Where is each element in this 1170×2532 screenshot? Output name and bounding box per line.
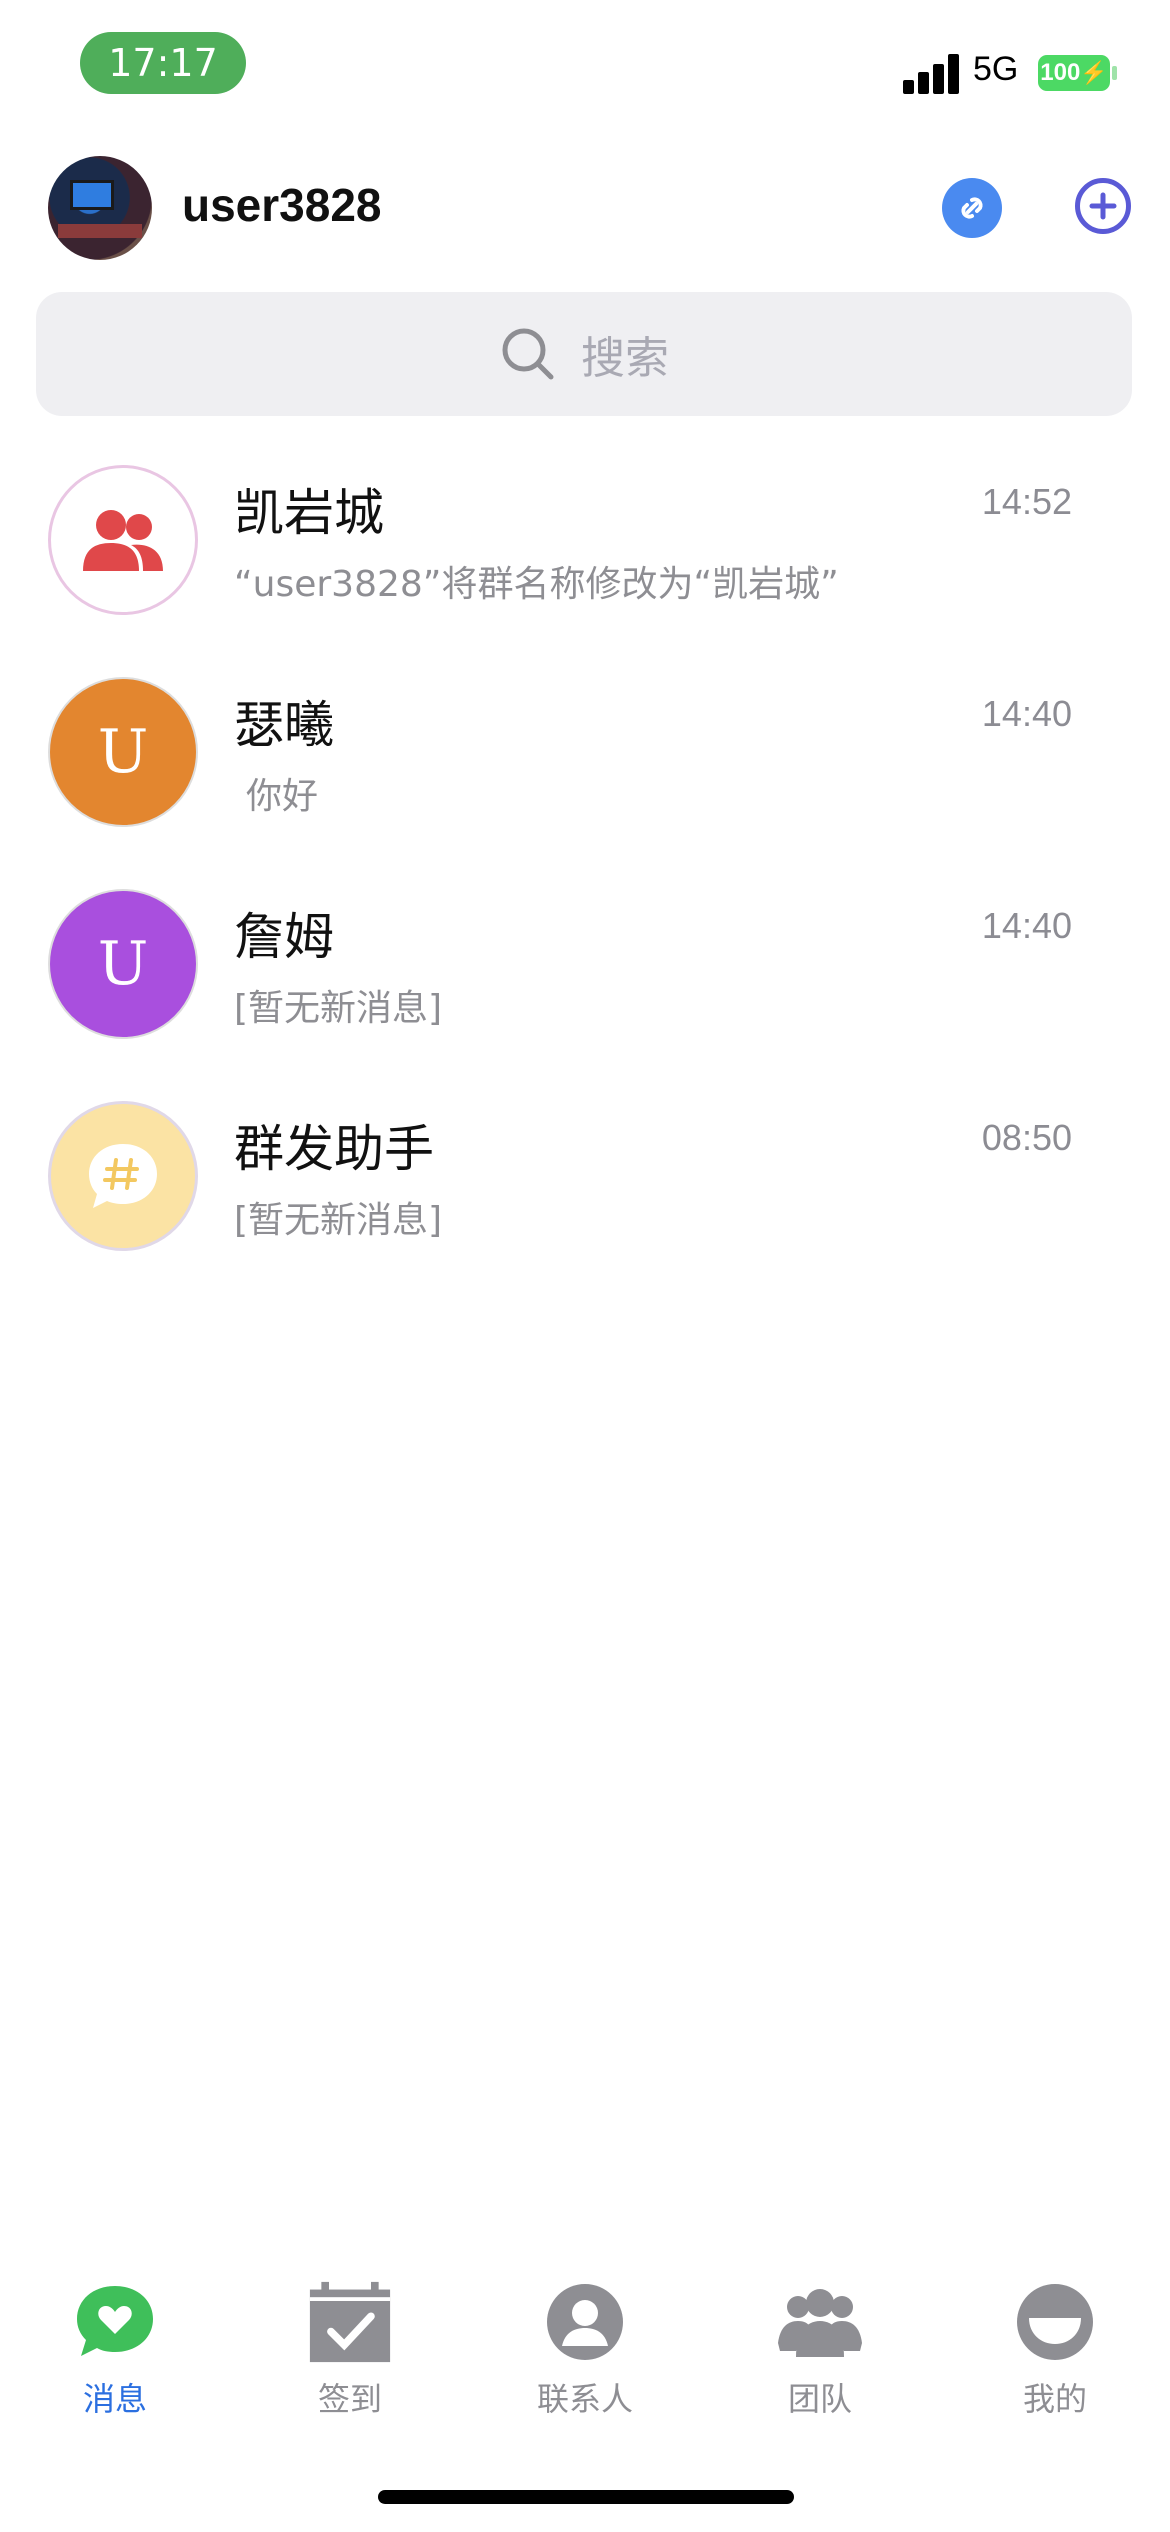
group-icon bbox=[83, 510, 163, 571]
conversation-name: 群发助手 bbox=[234, 1120, 434, 1178]
network-type: 5G bbox=[973, 50, 1019, 88]
tab-messages[interactable]: 消息 bbox=[35, 2280, 195, 2440]
conversation-name: 瑟曦 bbox=[234, 696, 334, 754]
message-heart-icon bbox=[73, 2280, 157, 2364]
home-indicator[interactable] bbox=[378, 2490, 794, 2504]
profile-face-icon bbox=[1013, 2280, 1097, 2364]
conversation-name: 凯岩城 bbox=[234, 484, 384, 542]
tab-contacts[interactable]: 联系人 bbox=[505, 2280, 665, 2440]
status-time: 17:17 bbox=[80, 32, 246, 94]
avatar-photo-desk bbox=[58, 224, 142, 238]
conversation-time: 14:52 bbox=[981, 481, 1072, 522]
contact-icon bbox=[543, 2280, 627, 2364]
conversation-preview: [暂无新消息] bbox=[234, 988, 443, 1029]
battery-level: 100 bbox=[1040, 59, 1081, 86]
plus-icon bbox=[1089, 192, 1117, 220]
tab-bar: 消息 签到 联系人 团队 我的 bbox=[0, 2280, 1170, 2440]
conversation-preview: [暂无新消息] bbox=[234, 1200, 443, 1241]
broadcast-avatar bbox=[48, 1101, 198, 1251]
tab-label: 我的 bbox=[1022, 2380, 1087, 2418]
tab-label: 团队 bbox=[787, 2380, 852, 2418]
conversation-list: 凯岩城 14:52 “user3828”将群名称修改为“凯岩城” U 瑟曦 14… bbox=[0, 455, 1170, 1303]
conversation-preview: “user3828”将群名称修改为“凯岩城” bbox=[234, 564, 839, 605]
user-avatar[interactable] bbox=[48, 156, 152, 260]
team-icon bbox=[778, 2280, 862, 2364]
conversation-preview: 你好 bbox=[246, 776, 319, 817]
tab-label: 联系人 bbox=[536, 2380, 633, 2418]
conversation-item[interactable]: U 詹姆 14:40 [暂无新消息] bbox=[0, 879, 1170, 1091]
username: user3828 bbox=[182, 179, 382, 231]
calendar-check-icon bbox=[308, 2280, 392, 2364]
tab-checkin[interactable]: 签到 bbox=[270, 2280, 430, 2440]
letter-avatar: U bbox=[48, 889, 198, 1039]
charging-bolt-icon: ⚡ bbox=[1080, 60, 1108, 85]
avatar-photo-monitor bbox=[70, 180, 114, 210]
conversation-time: 08:50 bbox=[981, 1117, 1072, 1158]
search-placeholder: 搜索 bbox=[581, 333, 669, 384]
link-button[interactable] bbox=[942, 178, 1002, 238]
battery-tip bbox=[1112, 66, 1117, 80]
search-bar[interactable]: 搜索 bbox=[36, 292, 1132, 416]
tab-label: 签到 bbox=[317, 2380, 382, 2418]
group-avatar bbox=[48, 465, 198, 615]
conversation-item[interactable]: 群发助手 08:50 [暂无新消息] bbox=[0, 1091, 1170, 1303]
conversation-item[interactable]: U 瑟曦 14:40 你好 bbox=[0, 667, 1170, 879]
tab-mine[interactable]: 我的 bbox=[975, 2280, 1135, 2440]
broadcast-icon bbox=[89, 1144, 157, 1208]
signal-strength-icon bbox=[903, 52, 961, 94]
search-icon bbox=[502, 328, 554, 380]
conversation-name: 詹姆 bbox=[234, 908, 334, 966]
tab-label: 消息 bbox=[82, 2380, 147, 2418]
add-button[interactable] bbox=[1075, 178, 1131, 234]
conversation-time: 14:40 bbox=[981, 693, 1072, 734]
conversation-item[interactable]: 凯岩城 14:52 “user3828”将群名称修改为“凯岩城” bbox=[0, 455, 1170, 667]
conversation-time: 14:40 bbox=[981, 905, 1072, 946]
battery-icon: 100 ⚡ bbox=[1038, 55, 1110, 91]
tab-team[interactable]: 团队 bbox=[740, 2280, 900, 2440]
status-bar: 17:17 5G 100 ⚡ bbox=[0, 0, 1170, 140]
link-icon bbox=[961, 197, 983, 219]
header: user3828 bbox=[0, 150, 1170, 270]
letter-avatar: U bbox=[48, 677, 198, 827]
